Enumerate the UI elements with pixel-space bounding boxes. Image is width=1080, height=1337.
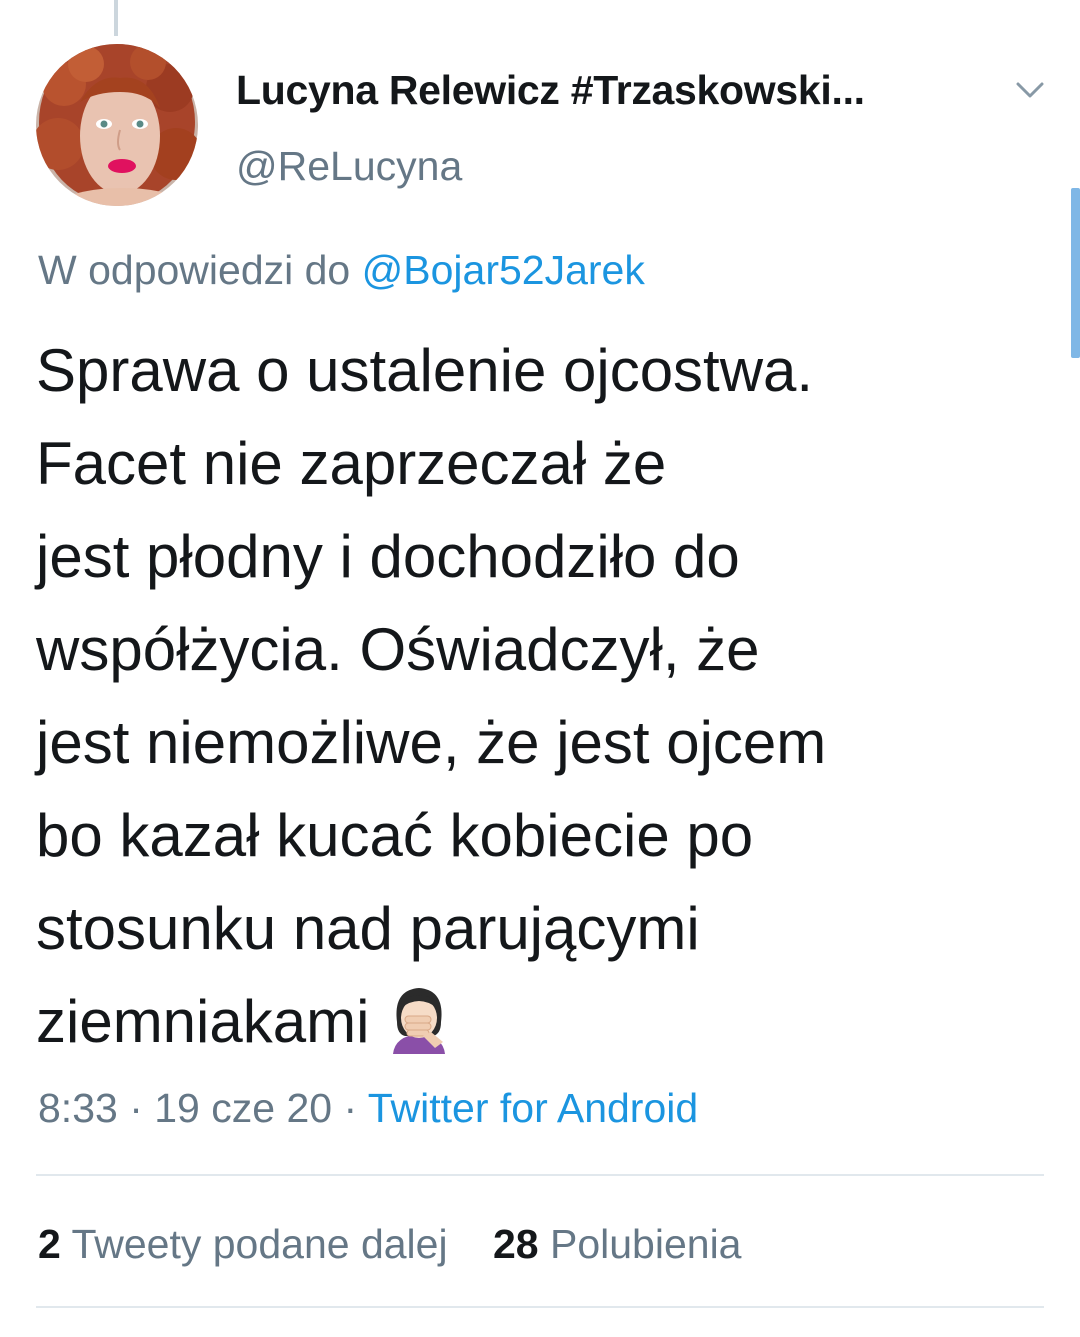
author-display-name[interactable]: Lucyna Relewicz #Trzaskowski... [236,64,865,116]
tweet-stats: 2 Tweety podane dalej 28 Polubienia [38,1218,776,1270]
meta-separator: · [332,1085,368,1131]
tweet-source-link[interactable]: Twitter for Android [368,1085,698,1131]
tweet-text-line: współżycia. Oświadczył, że [36,616,760,683]
profile-photo-icon [36,44,198,206]
tweet-text-line: jest płodny i dochodziło do [36,523,740,590]
meta-separator: · [117,1085,155,1131]
tweet-time: 8:33 [38,1085,118,1131]
author-handle[interactable]: @ReLucyna [236,140,462,192]
tweet-text-line: jest niemożliwe, że jest ojcem [36,709,827,776]
tweet-date: 19 cze 20 [154,1085,333,1131]
tweet-text-line: stosunku nad parującymi [36,895,700,962]
tweet-detail-page: Lucyna Relewicz #Trzaskowski... @ReLucyn… [0,0,1080,1337]
tweet-text-last-line: ziemniakami [36,975,1046,1068]
retweets-stat[interactable]: 2 Tweety podane dalej [38,1218,448,1270]
chevron-down-icon[interactable] [1010,70,1050,110]
avatar[interactable] [36,44,198,206]
retweets-label: Tweety podane dalej [71,1221,448,1267]
tweet-text-line: Facet nie zaprzeczał że [36,430,667,497]
likes-count: 28 [492,1221,539,1267]
divider [36,1306,1044,1308]
reply-prefix: W odpowiedzi do [38,247,351,293]
scrollbar-thumb[interactable] [1071,188,1080,358]
likes-stat[interactable]: 28 Polubienia [493,1218,742,1270]
likes-label: Polubienia [550,1221,742,1267]
reply-context: W odpowiedzi do @Bojar52Jarek [38,244,645,296]
tweet-text-line: bo kazał kucać kobiecie po [36,802,754,869]
tweet-text-line: Sprawa o ustalenie ojcostwa. [36,337,814,404]
reply-to-handle-link[interactable]: @Bojar52Jarek [362,247,645,293]
divider [36,1174,1044,1176]
tweet-text: Sprawa o ustalenie ojcostwa. Facet nie z… [36,324,1046,1068]
tweet-text-line: ziemniakami [36,988,370,1055]
woman-facepalming-icon [383,982,455,1054]
retweets-count: 2 [38,1221,61,1267]
tweet-meta: 8:33 · 19 cze 20 · Twitter for Android [38,1082,698,1134]
thread-connector-line [114,0,118,36]
